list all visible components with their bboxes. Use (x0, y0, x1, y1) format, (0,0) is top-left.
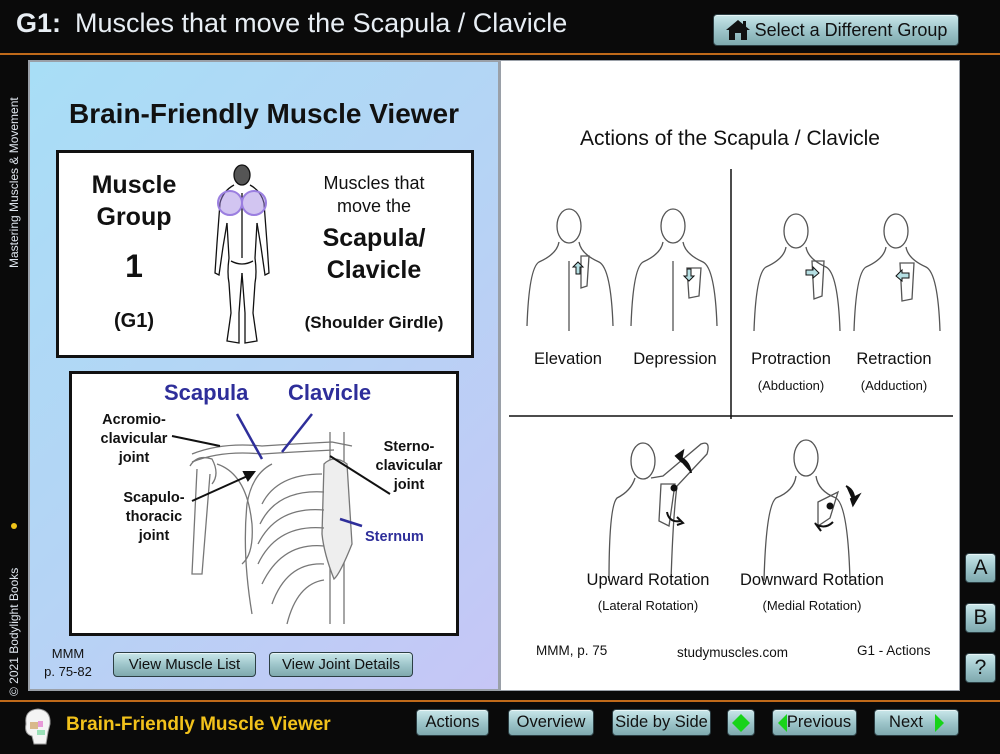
acromioclavicular-joint-label: Acromio- clavicular joint (88, 411, 180, 468)
select-group-label: Select a Different Group (754, 20, 948, 40)
sternum-label: Sternum (365, 529, 424, 545)
sidebar-book-title: Mastering Muscles & Movement (7, 97, 21, 268)
action-depression: Depression (633, 350, 717, 368)
right-scapula-highlight (241, 190, 267, 216)
previous-button[interactable]: Previous (772, 709, 857, 736)
action-elevation: Elevation (534, 350, 602, 368)
home-icon (725, 20, 750, 40)
help-button[interactable]: ? (965, 653, 996, 683)
sidebar-dot (11, 523, 17, 529)
group-label-group: Group (96, 203, 172, 231)
side-button-a[interactable]: A (965, 553, 996, 583)
left-scapula-highlight (217, 190, 243, 216)
acromio-line1: Acromio- (102, 412, 166, 428)
side-by-side-button[interactable]: Side by Side (612, 709, 711, 736)
scapulo-line2: thoracic (125, 509, 183, 525)
footer-app-title: Brain-Friendly Muscle Viewer (66, 714, 331, 735)
header-bar: G1: Muscles that move the Scapula / Clavi… (0, 0, 1000, 53)
actions-panel: Actions of the Scapula / Clavicle Elevat… (500, 60, 960, 691)
reference-pages: p. 75-82 (44, 664, 92, 679)
right-arrow-icon (741, 713, 750, 732)
rotation-markers (666, 448, 862, 532)
retraction-arrow (895, 268, 910, 283)
reference-book: MMM (51, 646, 85, 661)
scapulo-line3: joint (138, 528, 170, 544)
next-button[interactable]: Next (874, 709, 959, 736)
group-desc-line1: Muscles that (323, 173, 425, 193)
group-desc-line2: move the (336, 196, 412, 216)
body-back-figure (214, 164, 270, 344)
direction-arrows (571, 261, 910, 283)
scapulothoracic-joint-label: Scapulo- thoracic joint (116, 489, 192, 546)
acromio-line2: clavicular (100, 431, 168, 447)
action-upward-rotation-sub: (Lateral Rotation) (597, 598, 699, 613)
toggle-arrows-button[interactable] (727, 709, 755, 736)
acromio-line3: joint (118, 450, 150, 466)
next-label: Next (889, 713, 923, 731)
group-desc-scapula: Scapula/ (322, 224, 426, 252)
sterno-line3: joint (393, 477, 425, 493)
skull-logo-icon (25, 708, 51, 745)
sterno-line1: Sterno- (383, 439, 435, 455)
muscle-group-card: Muscle Group 1 (G1) Muscles that move th… (56, 150, 474, 358)
action-upward-rotation: Upward Rotation (586, 571, 710, 589)
view-muscle-list-button[interactable]: View Muscle List (113, 652, 256, 677)
group-code-label: (G1) (114, 310, 154, 332)
scapulo-line1: Scapulo- (123, 490, 185, 506)
select-different-group-button[interactable]: Select a Different Group (713, 14, 959, 46)
actions-reference: MMM, p. 75 (536, 643, 608, 658)
group-subtitle: (Shoulder Girdle) (304, 313, 444, 332)
sterno-line2: clavicular (375, 458, 443, 474)
viewer-heading: Brain-Friendly Muscle Viewer (68, 98, 460, 129)
website-label: studymuscles.com (677, 645, 789, 660)
overview-button[interactable]: Overview (508, 709, 594, 736)
side-button-b[interactable]: B (965, 603, 996, 633)
protraction-arrow (805, 265, 820, 280)
book-reference: MMM p. 75-82 (42, 645, 94, 681)
group-desc-clavicle: Clavicle (326, 256, 422, 284)
back-figures (526, 208, 941, 582)
group-label-muscle: Muscle (91, 171, 177, 199)
footer-divider (0, 700, 1000, 702)
page-title: G1: Muscles that move the Scapula / Clavi… (16, 8, 567, 39)
action-protraction: Protraction (751, 350, 831, 368)
header-divider (0, 53, 1000, 55)
clavicle-label: Clavicle (288, 380, 372, 405)
next-arrow-icon (934, 713, 944, 732)
shoulder-joint-diagram: Scapula Clavicle Acromio- clavicular joi… (69, 371, 459, 636)
actions-button[interactable]: Actions (416, 709, 489, 736)
slide-label: G1 - Actions (857, 643, 931, 658)
action-retraction: Retraction (856, 350, 932, 368)
action-downward-rotation: Downward Rotation (740, 571, 884, 589)
group-code: G1: (16, 8, 62, 38)
sternoclavicular-joint-label: Sterno- clavicular joint (368, 438, 450, 495)
view-joint-details-button[interactable]: View Joint Details (269, 652, 413, 677)
left-arrow-icon (732, 713, 741, 732)
group-title: Muscles that move the Scapula / Clavicle (75, 8, 568, 38)
scapula-label: Scapula (164, 380, 249, 405)
sidebar-copyright: © 2021 Bodylight Books (7, 567, 21, 696)
previous-label: Previous (786, 713, 852, 731)
action-protraction-sub: (Abduction) (757, 378, 825, 393)
group-overview-panel: Brain-Friendly Muscle Viewer Muscle Grou… (28, 60, 500, 691)
previous-arrow-icon (777, 713, 787, 732)
action-downward-rotation-sub: (Medial Rotation) (762, 598, 862, 613)
group-number: 1 (125, 248, 143, 284)
depression-arrow (682, 268, 696, 282)
action-retraction-sub: (Adduction) (860, 378, 928, 393)
